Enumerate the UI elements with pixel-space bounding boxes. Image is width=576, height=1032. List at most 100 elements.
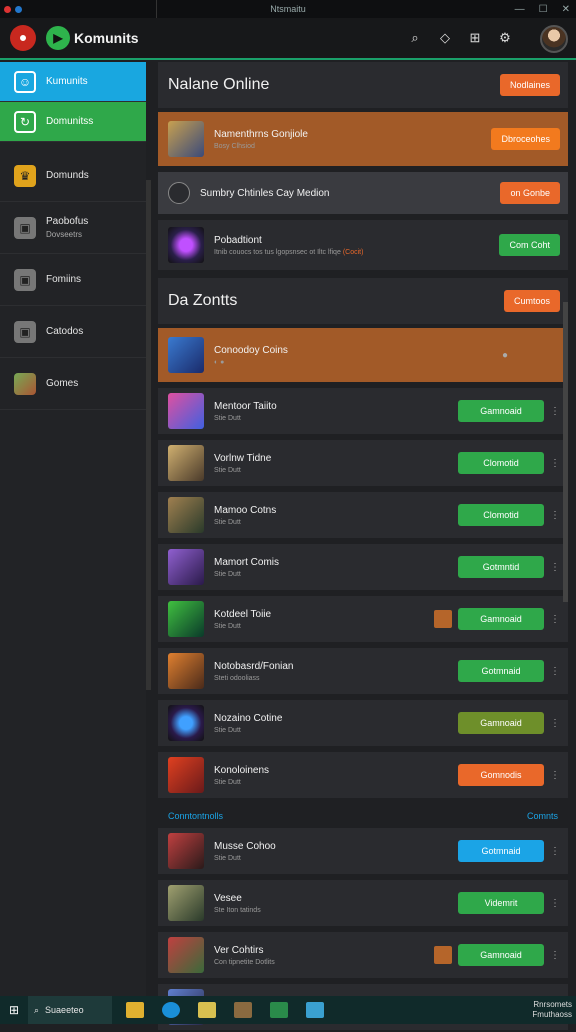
system-tray[interactable]: Rnrsomets Fmuthaoss — [532, 1000, 572, 1020]
game-thumbnail — [168, 705, 204, 741]
sidebar-item-gomes[interactable]: Gomes — [0, 358, 146, 410]
item-sub: Stie Dutt — [214, 518, 241, 526]
files-icon[interactable] — [198, 1002, 216, 1018]
item-name: Kotdeel Toiie — [214, 608, 272, 620]
sidebar-item-domunitss[interactable]: ↻ Domunitss — [0, 102, 146, 142]
store-icon[interactable] — [234, 1002, 252, 1018]
game-thumbnail — [168, 445, 204, 481]
banner-text: Sumbry Chtinles Cay Medion — [200, 187, 330, 199]
more-icon[interactable]: ⋮ — [550, 406, 560, 417]
browser-icon[interactable] — [162, 1002, 180, 1018]
item-name: Pobadtiont — [214, 234, 262, 246]
sidebar-item-label: Paobofus — [46, 216, 89, 227]
more-icon[interactable]: ⋮ — [550, 770, 560, 781]
tag-icon[interactable]: ◇ — [434, 27, 456, 49]
more-icon[interactable]: ⋮ — [550, 846, 560, 857]
close-icon[interactable]: ✕ — [562, 4, 570, 15]
online-banner: Sumbry Chtinles Cay Medion on Gonbe — [158, 172, 568, 216]
more-icon[interactable]: ⋮ — [550, 562, 560, 573]
game-list-item[interactable]: Mamort Comis Stie Dutt Gotmntid ⋮ — [158, 544, 568, 592]
status-chip — [434, 610, 452, 628]
item-sub: Stie Dutt — [214, 414, 241, 422]
featured-online-card[interactable]: Namenthrns Gonjiole Bosy Clhsiod Dbroceo… — [158, 112, 568, 168]
windows-start-icon[interactable]: ⊞ — [0, 1003, 28, 1017]
item-sub: Itnib couocs tos tus lgopsnsec ot Iltc l… — [214, 248, 364, 256]
game-list-item[interactable]: Kotdeel Toiie Stie Dutt Gamnoaid ⋮ — [158, 596, 568, 644]
folder-icon[interactable] — [126, 1002, 144, 1018]
download-button[interactable]: Gamnoaid — [458, 608, 544, 630]
sidebar-item-kumunits[interactable]: ☺ Kumunits — [0, 62, 146, 102]
download-button[interactable]: Gomnodis — [458, 764, 544, 786]
download-button[interactable]: Gamnoaid — [458, 944, 544, 966]
featured-name: Namenthrns Gonjiole — [214, 128, 308, 140]
game-icon — [14, 372, 36, 395]
game-thumbnail — [168, 337, 204, 373]
link-right[interactable]: Comnts — [527, 811, 558, 821]
more-icon[interactable]: ⋮ — [550, 614, 560, 625]
sidebar-item-catodos[interactable]: ▣ Catodos — [0, 306, 146, 358]
download-button[interactable]: Gotmnaid — [458, 660, 544, 682]
search-icon: ⌕ — [34, 1004, 40, 1015]
download-button[interactable]: Gotmntid — [458, 556, 544, 578]
item-name: Vesee — [214, 892, 242, 904]
item-tag: (Cocit) — [342, 248, 364, 256]
logo-green-icon: ▶ — [46, 26, 70, 50]
game-list-item[interactable]: Konoloinens Stie Dutt Gomnodis ⋮ — [158, 752, 568, 800]
featured-name: Conoodoy Coins — [214, 344, 288, 356]
game-list-item[interactable]: Nozaino Cotine Stie Dutt Gamnoaid ⋮ — [158, 700, 568, 748]
sidebar-item-paobofus[interactable]: ▣ Paobofus Dovseetrs — [0, 202, 146, 254]
featured-zonts-card[interactable]: Conoodoy Coins ◐ ● ● — [158, 328, 568, 384]
online-action-button[interactable]: Nodlaines — [499, 74, 560, 96]
download-button[interactable]: Gamnoaid — [458, 400, 544, 422]
app-icon[interactable] — [270, 1002, 288, 1018]
title-bar: Ntsmaitu — ☐ ✕ — [0, 0, 576, 18]
more-icon[interactable]: ⋮ — [550, 666, 560, 677]
avatar[interactable] — [540, 25, 568, 53]
game-list-item[interactable]: Mamoo Cotns Stie Dutt Clomotid ⋮ — [158, 492, 568, 540]
online-title: Nalane Online — [168, 76, 270, 93]
more-icon[interactable]: ⋮ — [550, 458, 560, 469]
game-thumbnail — [168, 497, 204, 533]
link-left[interactable]: Conntontnolls — [168, 811, 223, 821]
main-scrollbar[interactable] — [563, 302, 568, 602]
maximize-icon[interactable]: ☐ — [539, 4, 548, 15]
game-list-item[interactable]: Notobasrd/Fonian Steti odooliass Gotmnaid ⋮ — [158, 648, 568, 696]
sidebar-item-fomiins[interactable]: ▣ Fomiins — [0, 254, 146, 306]
zonts-action-button[interactable]: Cumtoos — [503, 290, 560, 312]
game-list-item[interactable]: Mentoor Taiito Stie Dutt Gamnoaid ⋮ — [158, 388, 568, 436]
gamepad-icon[interactable]: ⚙ — [494, 27, 516, 49]
more-icon[interactable]: ⋮ — [550, 898, 560, 909]
sidebar-item-domunds[interactable]: ♛ Domunds — [0, 150, 146, 202]
chat-icon: ☺ — [14, 70, 36, 93]
download-button[interactable]: Clomotid — [458, 452, 544, 474]
download-button[interactable]: Clomotid — [458, 504, 544, 526]
featured-sub: Bosy Clhsiod — [214, 142, 255, 150]
download-button[interactable]: Videmrit — [458, 892, 544, 914]
game-list-item[interactable]: Ver Cohtirs Con tipnetite Dotlits Gamnoaid… — [158, 932, 568, 980]
taskbar-search-label: Suaeeteo — [45, 1005, 84, 1015]
banner-button[interactable]: on Gonbe — [500, 182, 560, 204]
item-name: Vorlnw Tidne — [214, 452, 272, 464]
online-list-item[interactable]: Pobadtiont Itnib couocs tos tus lgopsnse… — [158, 220, 568, 272]
taskbar-search[interactable]: ⌕ Suaeeteo — [28, 996, 112, 1024]
sidebar-scrollbar[interactable] — [146, 180, 151, 690]
more-icon[interactable]: ⋮ — [550, 510, 560, 521]
search-icon[interactable]: ⌕ — [404, 27, 426, 49]
more-icon[interactable]: ⋮ — [550, 718, 560, 729]
item-name: Mamort Comis — [214, 556, 280, 568]
main-content: Nalane Online Nodlaines Namenthrns Gonji… — [158, 62, 568, 1032]
download-button[interactable]: Gamnoaid — [458, 712, 544, 734]
box-icon: ▣ — [14, 216, 36, 239]
game-list-item[interactable]: Musse Cohoo Stie Dutt Gotmnaid ⋮ — [158, 828, 568, 876]
more-icon[interactable]: ⋮ — [550, 950, 560, 961]
download-button[interactable]: Gotmnaid — [458, 840, 544, 862]
logo-red-icon[interactable] — [10, 25, 36, 51]
game-list-item[interactable]: Vesee Ste Iton tatinds Videmrit ⋮ — [158, 880, 568, 928]
app2-icon[interactable] — [306, 1002, 324, 1018]
item-sub: Ste Iton tatinds — [214, 906, 261, 914]
featured-button[interactable]: Dbroceohes — [491, 128, 560, 150]
gift-icon[interactable]: ⊞ — [464, 27, 486, 49]
item-button[interactable]: Com Coht — [499, 234, 560, 256]
minimize-icon[interactable]: — — [515, 4, 525, 15]
game-list-item[interactable]: Vorlnw Tidne Stie Dutt Clomotid ⋮ — [158, 440, 568, 488]
